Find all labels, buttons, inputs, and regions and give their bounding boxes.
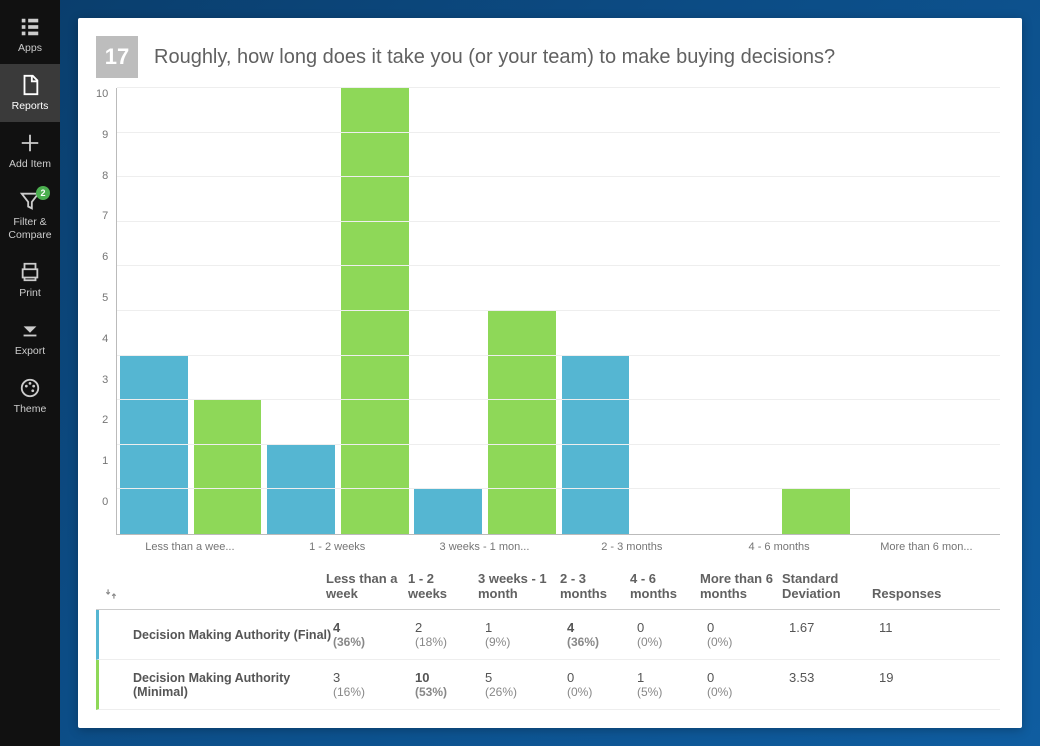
y-tick: 0 [102, 496, 108, 508]
sidebar-item-reports[interactable]: Reports [0, 64, 60, 122]
category-group [559, 88, 706, 534]
cell-resp: 11 [879, 620, 959, 649]
cell: 0(0%) [707, 620, 789, 649]
row-label: Decision Making Authority (Final) [133, 620, 333, 649]
category-group [706, 88, 853, 534]
print-icon [19, 261, 41, 283]
cell: 2(18%) [415, 620, 485, 649]
category-group [117, 88, 264, 534]
bar[interactable] [194, 400, 262, 534]
th: More than 6 months [700, 571, 782, 601]
y-tick: 10 [96, 88, 108, 100]
cell: 3(16%) [333, 670, 415, 699]
cell: 10(53%) [415, 670, 485, 699]
y-tick: 6 [102, 251, 108, 263]
bar[interactable] [267, 445, 335, 534]
y-tick: 3 [102, 374, 108, 386]
x-tick: 4 - 6 months [705, 541, 852, 553]
export-icon [19, 319, 41, 341]
sidebar-label: Apps [18, 42, 42, 54]
palette-icon [19, 377, 41, 399]
apps-icon [19, 16, 41, 38]
x-tick: More than 6 mon... [853, 541, 1000, 553]
th: Standard Deviation [782, 571, 872, 601]
cell: 1(9%) [485, 620, 567, 649]
bar[interactable] [488, 311, 556, 534]
cell: 0(0%) [637, 620, 707, 649]
bar[interactable] [782, 489, 850, 534]
table-header-row: Less than a week 1 - 2 weeks 3 weeks - 1… [96, 571, 1000, 610]
cell: 4(36%) [567, 620, 637, 649]
x-tick: 1 - 2 weeks [264, 541, 411, 553]
question-card: 17 Roughly, how long does it take you (o… [78, 18, 1022, 728]
question-header: 17 Roughly, how long does it take you (o… [96, 36, 1000, 78]
cell: 1(5%) [637, 670, 707, 699]
y-tick: 1 [102, 455, 108, 467]
sidebar-label: Add Item [9, 158, 51, 170]
cell: 4(36%) [333, 620, 415, 649]
th: 2 - 3 months [560, 571, 630, 601]
y-tick: 4 [102, 333, 108, 345]
sidebar-label: Print [19, 287, 41, 299]
sidebar-label: Reports [12, 100, 49, 112]
sidebar-label: Filter & Compare [0, 216, 60, 241]
chart: 109876543210 Less than a wee...1 - 2 wee… [96, 88, 1000, 553]
cell-std: 3.53 [789, 670, 879, 699]
x-tick: Less than a wee... [116, 541, 263, 553]
th: Less than a week [326, 571, 408, 601]
sort-button[interactable] [96, 587, 126, 601]
cell-std: 1.67 [789, 620, 879, 649]
sidebar-item-add[interactable]: Add Item [0, 122, 60, 180]
sidebar: Apps Reports Add Item 2 Filter & Compare… [0, 0, 60, 746]
th: 3 weeks - 1 month [478, 571, 560, 601]
y-tick: 5 [102, 292, 108, 304]
sidebar-label: Theme [14, 403, 47, 415]
cell: 5(26%) [485, 670, 567, 699]
th: 4 - 6 months [630, 571, 700, 601]
th: Responses [872, 586, 952, 601]
question-number: 17 [96, 36, 138, 78]
sidebar-label: Export [15, 345, 45, 357]
question-title: Roughly, how long does it take you (or y… [154, 46, 835, 69]
data-table: Less than a week 1 - 2 weeks 3 weeks - 1… [96, 571, 1000, 710]
main-area: 17 Roughly, how long does it take you (o… [60, 0, 1040, 746]
y-tick: 7 [102, 210, 108, 222]
category-group [412, 88, 559, 534]
y-tick: 8 [102, 170, 108, 182]
sidebar-item-export[interactable]: Export [0, 309, 60, 367]
table-row: Decision Making Authority (Minimal)3(16%… [96, 660, 1000, 710]
x-tick: 3 weeks - 1 mon... [411, 541, 558, 553]
row-label: Decision Making Authority (Minimal) [133, 670, 333, 699]
sort-icon [104, 587, 118, 601]
y-tick: 2 [102, 414, 108, 426]
x-axis-labels: Less than a wee...1 - 2 weeks3 weeks - 1… [116, 541, 1000, 553]
bar[interactable] [341, 88, 409, 534]
y-axis: 109876543210 [96, 88, 116, 508]
table-row: Decision Making Authority (Final)4(36%)2… [96, 610, 1000, 660]
filter-badge: 2 [36, 186, 50, 200]
cell: 0(0%) [707, 670, 789, 699]
y-tick: 9 [102, 129, 108, 141]
sidebar-item-filter[interactable]: 2 Filter & Compare [0, 180, 60, 251]
sidebar-item-print[interactable]: Print [0, 251, 60, 309]
bar[interactable] [414, 489, 482, 534]
sidebar-item-apps[interactable]: Apps [0, 6, 60, 64]
reports-icon [19, 74, 41, 96]
th: 1 - 2 weeks [408, 571, 478, 601]
cell: 0(0%) [567, 670, 637, 699]
sidebar-item-theme[interactable]: Theme [0, 367, 60, 425]
category-group [853, 88, 1000, 534]
x-tick: 2 - 3 months [558, 541, 705, 553]
category-group [264, 88, 411, 534]
plot-area [116, 88, 1000, 535]
plus-icon [19, 132, 41, 154]
cell-resp: 19 [879, 670, 959, 699]
